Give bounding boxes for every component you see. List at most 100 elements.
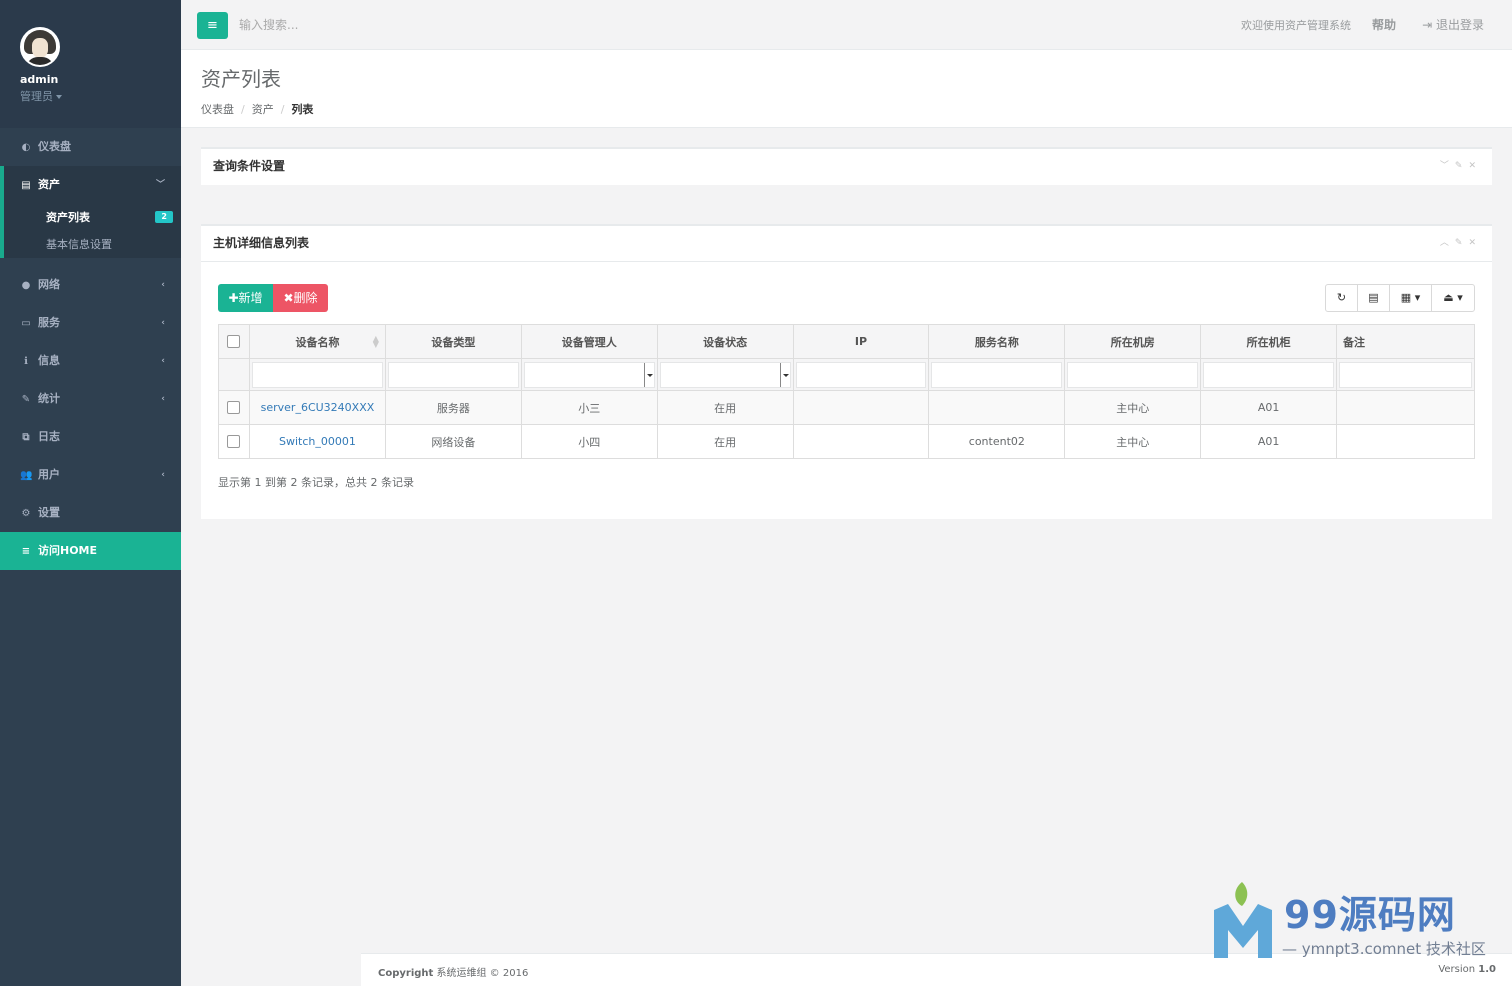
- column-header-device-manager[interactable]: 设备管理人: [521, 324, 658, 359]
- toggle-view-button[interactable]: ▤: [1358, 285, 1390, 311]
- sidebar-item-stats[interactable]: ✎ 统计 ‹: [0, 380, 181, 418]
- table-row[interactable]: server_6CU3240XXX 服务器 小三 在用 主中心 A01: [218, 390, 1475, 425]
- profile-panel: admin 管理员: [0, 0, 181, 128]
- table-header-row: 设备名称 ▲ ▼ 设备类型 设备管理人 设备状态 IP 服务名称 所在机房 所在机柜…: [218, 324, 1475, 359]
- breadcrumb-assets[interactable]: 资产: [252, 103, 274, 116]
- filter-device-status-select[interactable]: [659, 361, 791, 388]
- menu-toggle-button[interactable]: ≡: [197, 12, 228, 39]
- device-name-link[interactable]: server_6CU3240XXX: [261, 401, 375, 414]
- table-cell: 在用: [657, 390, 794, 425]
- column-header-device-type[interactable]: 设备类型: [385, 324, 522, 359]
- page-heading: 资产列表 仪表盘 / 资产 / 列表: [181, 50, 1512, 128]
- profile-username[interactable]: admin: [20, 73, 181, 86]
- users-icon: 👥: [20, 470, 33, 481]
- filter-device-type-input[interactable]: [387, 361, 519, 388]
- row-checkbox[interactable]: [227, 435, 241, 449]
- watermark-brand: 99源码网: [1284, 893, 1456, 937]
- device-name-link[interactable]: Switch_00001: [279, 435, 356, 448]
- close-icon[interactable]: ✕: [1468, 161, 1482, 171]
- welcome-message: 欢迎使用资产管理系统: [1241, 19, 1351, 32]
- sort-icon: ▲ ▼: [372, 334, 379, 349]
- refresh-button[interactable]: ↻: [1326, 285, 1358, 311]
- column-header-room[interactable]: 所在机房: [1064, 324, 1202, 359]
- count-badge: 2: [155, 211, 173, 223]
- column-header-cabinet[interactable]: 所在机柜: [1200, 324, 1338, 359]
- version-label: Version: [1438, 964, 1476, 975]
- sidebar-item-assets[interactable]: ▤ 资产 ﹀: [4, 166, 181, 204]
- filter-ip-input[interactable]: [795, 361, 927, 388]
- sidebar-item-info[interactable]: ℹ 信息 ‹: [0, 342, 181, 380]
- filter-cell: [1336, 358, 1475, 391]
- sidebar-item-logs[interactable]: ⧉ 日志: [0, 418, 181, 456]
- pagination-info: 显示第 1 到第 2 条记录，总共 2 条记录: [218, 476, 414, 489]
- column-header-remarks[interactable]: 备注: [1336, 324, 1475, 359]
- sidebar-item-users[interactable]: 👥 用户 ‹: [0, 456, 181, 494]
- dashboard-icon: ◐: [21, 142, 31, 153]
- sidebar-item-network[interactable]: ● 网络 ‹: [0, 266, 181, 304]
- filter-cabinet-input[interactable]: [1203, 361, 1335, 388]
- add-button-label: 新增: [238, 291, 263, 305]
- sidebar-item-label: 设置: [38, 506, 60, 519]
- host-list-panel-title: 主机详细信息列表 ︿✎✕: [201, 226, 1492, 262]
- sidebar-item-home[interactable]: ≡ 访问HOME: [0, 532, 181, 570]
- sign-out-icon: ⇥: [1422, 18, 1436, 32]
- select-all-checkbox[interactable]: [227, 335, 241, 349]
- close-icon[interactable]: ✕: [1468, 238, 1482, 248]
- table-cell: [793, 390, 930, 425]
- query-panel-title: 查询条件设置 ﹀✎✕: [201, 149, 1492, 185]
- search-input[interactable]: [239, 13, 539, 37]
- column-header-service-name[interactable]: 服务名称: [928, 324, 1066, 359]
- copyright: Copyright 系统运维组 © 2016: [378, 964, 528, 979]
- copyright-text: 系统运维组 © 2016: [436, 968, 529, 979]
- sidebar-subitem-asset-list[interactable]: 资产列表 2: [4, 204, 181, 231]
- filter-device-name-input[interactable]: [251, 361, 383, 388]
- table-row[interactable]: Switch_00001 网络设备 小四 在用 content02 主中心 A0…: [218, 424, 1475, 459]
- panel-tools: ︿✎✕: [1440, 226, 1482, 260]
- filter-device-manager-select[interactable]: [523, 361, 655, 388]
- chevron-left-icon: ‹: [161, 394, 165, 404]
- filter-remarks-input[interactable]: [1339, 361, 1472, 388]
- wrench-icon[interactable]: ✎: [1455, 238, 1469, 248]
- wrench-icon[interactable]: ✎: [1455, 161, 1469, 171]
- columns-dropdown-button[interactable]: ▦ ▾: [1390, 285, 1432, 311]
- refresh-icon: ↻: [1336, 291, 1347, 304]
- sidebar-item-label: 网络: [38, 278, 60, 291]
- panel-title: 查询条件设置: [213, 159, 286, 173]
- logout-link[interactable]: ⇥ 退出登录: [1422, 16, 1484, 33]
- filter-cell: [928, 358, 1066, 391]
- chevron-up-icon[interactable]: ︿: [1440, 238, 1455, 248]
- logout-label: 退出登录: [1435, 18, 1484, 32]
- avatar[interactable]: [20, 27, 60, 67]
- hdd-icon: ▭: [21, 318, 31, 329]
- chevron-left-icon: ‹: [161, 280, 165, 290]
- sidebar-item-label: 仪表盘: [38, 140, 71, 153]
- sidebar-item-services[interactable]: ▭ 服务 ‹: [0, 304, 181, 342]
- add-button[interactable]: ✚新增: [218, 284, 273, 312]
- row-checkbox[interactable]: [227, 401, 241, 415]
- profile-role-dropdown[interactable]: 管理员: [20, 88, 181, 104]
- sidebar-item-label: 访问HOME: [38, 544, 98, 557]
- sidebar-item-settings[interactable]: ⚙ 设置: [0, 494, 181, 532]
- column-header-device-status[interactable]: 设备状态: [657, 324, 794, 359]
- filter-room-input[interactable]: [1067, 361, 1199, 388]
- sidebar-subitem-basic-settings[interactable]: 基本信息设置: [4, 231, 181, 258]
- page-title: 资产列表: [201, 67, 281, 91]
- sidebar-subitem-label: 基本信息设置: [46, 238, 112, 251]
- sidebar-item-dashboard[interactable]: ◐ 仪表盘: [0, 128, 181, 166]
- th-icon: ▦: [1400, 291, 1412, 304]
- delete-button[interactable]: ✖删除: [273, 284, 328, 312]
- column-header-device-name[interactable]: 设备名称 ▲ ▼: [249, 324, 386, 359]
- breadcrumb: 仪表盘 / 资产 / 列表: [201, 103, 314, 116]
- select-arrow-icon: [643, 362, 654, 387]
- export-icon: ⏏: [1443, 291, 1454, 304]
- select-all-cell: [218, 324, 250, 359]
- chevron-down-icon[interactable]: ﹀: [1440, 161, 1455, 171]
- top-navbar: ≡ 欢迎使用资产管理系统 帮助 ⇥ 退出登录: [181, 0, 1512, 50]
- table-cell: [1336, 390, 1475, 425]
- breadcrumb-dashboard[interactable]: 仪表盘: [201, 103, 234, 116]
- export-dropdown-button[interactable]: ⏏ ▾: [1432, 285, 1474, 311]
- column-header-ip[interactable]: IP: [793, 324, 930, 359]
- filter-service-name-input[interactable]: [931, 361, 1063, 388]
- help-link[interactable]: 帮助: [1372, 16, 1396, 33]
- globe-icon: ●: [21, 280, 31, 291]
